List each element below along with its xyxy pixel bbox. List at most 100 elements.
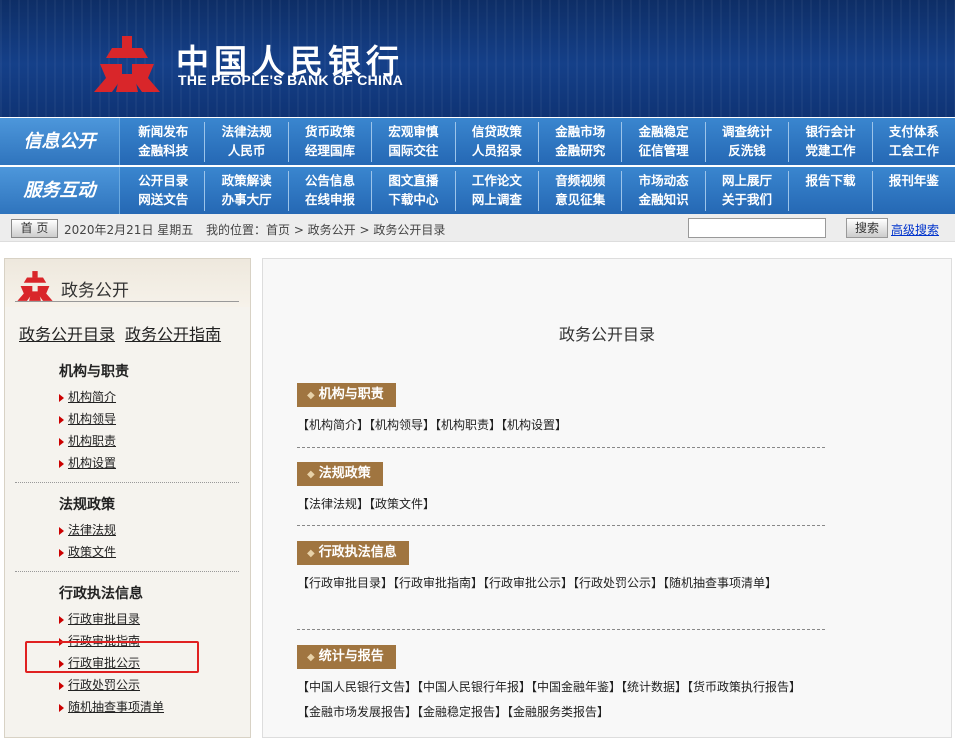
nav-link[interactable]: 人民币 [205,141,287,160]
nav-col: 法律法规 人民币 [204,122,287,162]
nav-link[interactable]: 报刊年鉴 [873,171,955,190]
nav-link[interactable]: 音频视频 [539,171,621,190]
nav-link[interactable]: 图文直播 [372,171,454,190]
nav-link[interactable]: 工会工作 [873,141,955,160]
search-button[interactable]: 搜索 [846,218,888,238]
nav-link[interactable]: 金融稳定 [622,122,704,141]
nav-link[interactable]: 金融市场 [539,122,621,141]
section-title: 机构与职责 [318,387,384,402]
list-item: 机构设置 [59,452,116,474]
nav-col: 工作论文 网上调查 [454,171,538,211]
search-input[interactable] [688,218,826,238]
advanced-search-link[interactable]: 高级搜索 [891,221,939,238]
nav-link[interactable]: 宏观审慎 [372,122,454,141]
nav-link[interactable]: 金融研究 [539,141,621,160]
link-guide[interactable]: 政务公开指南 [125,325,221,344]
nav-link[interactable]: 意见征集 [539,190,621,209]
divider [15,571,239,572]
nav-link[interactable]: 金融知识 [622,190,704,209]
pboc-emblem-icon[interactable] [92,34,162,94]
nav-link[interactable]: 支付体系 [873,122,955,141]
list-item: 机构领导 [59,408,116,430]
site-title-en[interactable]: THE PEOPLE'S BANK OF CHINA [178,72,403,88]
section-links[interactable]: 【行政审批目录】【行政审批指南】【行政审批公示】【行政处罚公示】【随机抽查事项清… [297,571,807,596]
nav-link[interactable]: 征信管理 [622,141,704,160]
sidebar-link[interactable]: 机构职责 [68,434,116,448]
nav-link[interactable]: 调查统计 [706,122,788,141]
nav-col: 公开目录 网送文告 [122,171,204,211]
nav-link[interactable]: 银行会计 [789,122,871,141]
sidebar-link[interactable]: 法律法规 [68,523,116,537]
list-item: 行政审批目录 [59,608,164,630]
nav-link[interactable]: 法律法规 [205,122,287,141]
nav-link[interactable]: 反洗钱 [706,141,788,160]
current-date: 2020年2月21日 星期五 [64,223,194,237]
section-links[interactable]: 【法律法规】【政策文件】 [297,492,807,517]
nav-columns: 公开目录 网送文告 政策解读 办事大厅 公告信息 在线申报 图文直播 下载中心 工作论文… [122,171,955,211]
nav-link[interactable]: 信贷政策 [456,122,538,141]
bullet-icon: ◆ [307,469,315,480]
nav-link[interactable]: 市场动态 [622,171,704,190]
list-item: 行政处罚公示 [59,674,164,696]
nav-link[interactable]: 在线申报 [289,190,371,209]
sidebar-link[interactable]: 机构简介 [68,390,116,404]
sidebar-link[interactable]: 行政审批目录 [68,612,140,626]
info-bar: 首 页 2020年2月21日 星期五 我的位置：首页 > 政务公开 > 政务公开… [0,214,955,242]
home-button[interactable]: 首 页 [11,219,58,238]
sidebar-link[interactable]: 行政处罚公示 [68,678,140,692]
nav-link[interactable]: 国际交往 [372,141,454,160]
triangle-bullet-icon [59,459,64,468]
nav-link[interactable]: 网上展厅 [706,171,788,190]
nav-link[interactable]: 公告信息 [289,171,371,190]
section-title: 统计与报告 [318,649,384,664]
nav-link[interactable]: 新闻发布 [122,122,204,141]
sidebar-link[interactable]: 机构设置 [68,456,116,470]
nav-link[interactable]: 办事大厅 [205,190,287,209]
sidebar-link[interactable]: 政策文件 [68,545,116,559]
section-header: ◆ 机构与职责 [297,383,396,407]
bullet-icon: ◆ [307,548,315,559]
nav-link[interactable]: 工作论文 [456,171,538,190]
sidebar-link[interactable]: 机构领导 [68,412,116,426]
nav-col: 音频视频 意见征集 [538,171,621,211]
group-title: 行政执法信息 [59,586,143,602]
nav-link[interactable]: 经理国库 [289,141,371,160]
nav-link[interactable]: 党建工作 [789,141,871,160]
section-links[interactable]: 【机构简介】【机构领导】【机构职责】【机构设置】 [297,413,807,438]
link-catalog[interactable]: 政务公开目录 [19,325,115,344]
nav-col: 金融市场 金融研究 [538,122,621,162]
list-item: 政策文件 [59,541,116,563]
nav-col: 金融稳定 征信管理 [621,122,704,162]
triangle-bullet-icon [59,681,64,690]
section-title: 法规政策 [318,466,371,481]
divider [15,301,239,302]
pboc-emblem-icon [17,271,53,301]
triangle-bullet-icon [59,548,64,557]
nav-link[interactable]: 网送文告 [122,190,204,209]
sidebar-link[interactable]: 随机抽查事项清单 [68,700,164,714]
nav-col: 公告信息 在线申报 [287,171,371,211]
nav-link[interactable]: 报告下载 [789,171,871,190]
group-title: 机构与职责 [59,364,129,380]
nav-link[interactable] [873,190,955,209]
list-item: 随机抽查事项清单 [59,696,164,718]
triangle-bullet-icon [59,415,64,424]
main-content: 政务公开目录 ◆ 机构与职责 【机构简介】【机构领导】【机构职责】【机构设置】 ◆… [262,258,952,738]
section-links[interactable]: 【中国人民银行文告】【中国人民银行年报】【中国金融年鉴】【统计数据】【货币政策执… [297,675,807,725]
list-item: 机构职责 [59,430,116,452]
nav-link[interactable]: 货币政策 [289,122,371,141]
nav-col: 银行会计 党建工作 [788,122,871,162]
nav-link[interactable]: 下载中心 [372,190,454,209]
section-title: 行政执法信息 [318,545,397,560]
nav-link[interactable]: 关于我们 [706,190,788,209]
nav-link[interactable]: 政策解读 [205,171,287,190]
bullet-icon: ◆ [307,390,315,401]
nav-col: 货币政策 经理国库 [287,122,371,162]
nav-link[interactable]: 公开目录 [122,171,204,190]
nav-link[interactable]: 人员招录 [456,141,538,160]
nav-link[interactable] [789,190,871,209]
bullet-icon: ◆ [307,652,315,663]
nav-link[interactable]: 金融科技 [122,141,204,160]
nav-info-disclosure: 信息公开 新闻发布 金融科技 法律法规 人民币 货币政策 经理国库 宏观审慎 国际交往 … [0,118,955,165]
nav-link[interactable]: 网上调查 [456,190,538,209]
